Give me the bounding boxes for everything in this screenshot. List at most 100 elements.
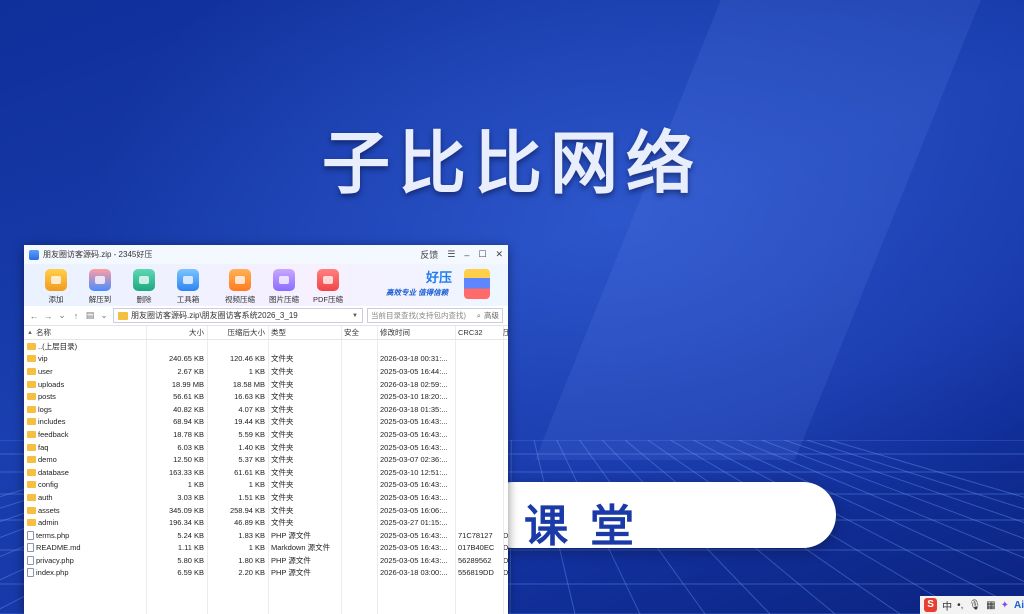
table-row[interactable]: faq 6.03 KB 1.40 KB 文件夹 2025-03-05 16:43:... <box>24 441 508 454</box>
up-icon[interactable]: ↑ <box>71 311 81 321</box>
table-row[interactable]: logs 40.82 KB 4.07 KB 文件夹 2026-03-18 01:35:.… <box>24 403 508 416</box>
folder-icon <box>27 355 36 363</box>
row-csize: 2.20 KB <box>238 568 265 578</box>
path-dropdown-icon[interactable]: ▼ <box>352 313 358 319</box>
row-size: 345.09 KB <box>168 505 204 515</box>
maximize-icon[interactable]: ☐ <box>478 249 486 260</box>
row-name: vip <box>24 354 146 363</box>
row-size: 5.24 KB <box>177 530 204 540</box>
column-compressed-size[interactable]: 压缩后大小 <box>207 326 268 339</box>
search-field[interactable]: 当前目录查找(支持包内查找) ⌕ 高级 <box>367 308 503 323</box>
image-compress-button[interactable]: 图片压缩 <box>262 266 306 305</box>
row-type: 文件夹 <box>271 455 294 465</box>
view-mode-icon[interactable]: ▤ <box>85 310 95 321</box>
close-icon[interactable]: ✕ <box>495 249 503 260</box>
folder-icon <box>27 405 36 413</box>
column-name[interactable]: ▲ 名称 <box>24 326 146 339</box>
column-security[interactable]: 安全 <box>341 326 377 339</box>
row-mtime: 2026-03-18 01:35:... <box>380 404 448 414</box>
path-field[interactable]: 朋友圈访客源码.zip\朋友圈访客系统2026_3_19 ▼ <box>113 308 363 323</box>
row-name: posts <box>24 392 146 401</box>
table-row[interactable]: assets 345.09 KB 258.94 KB 文件夹 2025-03-05 16… <box>24 504 508 517</box>
column-crc32[interactable]: CRC32 <box>455 326 503 339</box>
table-row[interactable]: config 1 KB 1 KB 文件夹 2025-03-05 16:43:... <box>24 479 508 492</box>
ime-language[interactable]: 中 <box>942 598 952 613</box>
promo-slogan: 高效专业 值得信赖 <box>386 288 449 297</box>
table-row[interactable]: database 163.33 KB 61.61 KB 文件夹 2025-03-10 1… <box>24 466 508 479</box>
delete-button[interactable]: 删除 <box>122 266 166 305</box>
folder-icon <box>27 418 36 426</box>
row-name: terms.php <box>24 530 146 540</box>
row-csize: 16.63 KB <box>234 392 265 402</box>
folder-icon <box>27 430 36 438</box>
table-row[interactable]: user 2.67 KB 1 KB 文件夹 2025-03-05 16:44:... <box>24 365 508 378</box>
keyboard-icon[interactable]: ▦ <box>986 600 995 611</box>
add-archive-icon <box>45 269 67 291</box>
table-row[interactable]: README.md 1.11 KB 1 KB Markdown 源文件 2025-03-… <box>24 542 508 555</box>
row-type: PHP 源文件 <box>271 555 311 565</box>
add-button[interactable]: 添加 <box>34 266 78 305</box>
video-compress-button[interactable]: 视频压缩 <box>218 266 262 305</box>
microphone-icon[interactable]: 🎙 <box>968 600 981 611</box>
row-size: 18.99 MB <box>171 379 204 389</box>
column-modified-time[interactable]: 修改时间 <box>377 326 455 339</box>
menu-icon[interactable]: ☰ <box>447 249 455 260</box>
feedback-link[interactable]: 反馈 <box>420 248 438 261</box>
row-size: 68.94 KB <box>173 417 204 427</box>
pdf-compress-button[interactable]: PDF压缩 <box>306 266 350 305</box>
row-mtime: 2026-03-18 02:59:... <box>380 379 448 389</box>
row-type: 文件夹 <box>271 467 294 477</box>
back-icon[interactable]: ← <box>29 311 39 321</box>
minimize-icon[interactable]: – <box>464 250 469 260</box>
table-row[interactable]: uploads 18.99 MB 18.58 MB 文件夹 2026-03-18 02:… <box>24 378 508 391</box>
table-row[interactable]: demo 12.50 KB 5.37 KB 文件夹 2025-03-07 02:36:.… <box>24 453 508 466</box>
archive-box-icon <box>464 269 490 299</box>
ai-label[interactable]: Ai <box>1014 600 1024 611</box>
row-name-text: vip <box>38 354 48 364</box>
promo-banner[interactable]: 好压 高效专业 值得信赖 <box>386 267 490 303</box>
table-row[interactable]: vip 240.65 KB 120.46 KB 文件夹 2026-03-18 00:31… <box>24 353 508 366</box>
row-name-text: faq <box>38 442 49 452</box>
row-crc: 017B40EC <box>458 543 495 553</box>
row-size: 240.65 KB <box>168 354 204 364</box>
row-name: faq <box>24 443 146 452</box>
file-list: ▲ 名称 大小 压缩后大小 类型 安全 修改时间 CRC32 压 ..(上层目录)… <box>24 326 508 614</box>
table-row[interactable]: auth 3.03 KB 1.51 KB 文件夹 2025-03-05 16:43:..… <box>24 491 508 504</box>
table-row[interactable]: feedback 18.78 KB 5.59 KB 文件夹 2025-03-05 16:… <box>24 428 508 441</box>
row-name-text: ..(上层目录) <box>38 341 78 351</box>
table-row[interactable]: index.php 6.59 KB 2.20 KB PHP 源文件 2026-03-18… <box>24 567 508 580</box>
row-mtime: 2026-03-18 00:31:... <box>380 354 448 364</box>
column-overflow[interactable]: 压 <box>503 326 508 339</box>
table-row[interactable]: admin 196.34 KB 46.89 KB 文件夹 2025-03-27 01:1… <box>24 516 508 529</box>
skin-icon[interactable]: ✦ <box>1001 600 1009 611</box>
row-name-text: terms.php <box>36 530 70 540</box>
image-compress-icon <box>273 269 295 291</box>
table-row[interactable]: ..(上层目录) <box>24 340 508 353</box>
forward-icon[interactable]: → <box>43 311 53 321</box>
history-dropdown-icon[interactable]: ⌄ <box>57 310 67 321</box>
table-row[interactable]: posts 56.61 KB 16.63 KB 文件夹 2025-03-10 18:20… <box>24 390 508 403</box>
extract-button[interactable]: 解压到 <box>78 266 122 305</box>
system-tray: S 中 •, 🎙 ▦ ✦ Ai <box>920 596 1024 614</box>
view-mode-dropdown-icon[interactable]: ⌄ <box>99 310 109 321</box>
row-crc: 56289562 <box>458 555 492 565</box>
path-text: 朋友圈访客源码.zip\朋友圈访客系统2026_3_19 <box>131 311 298 320</box>
folder-icon <box>27 481 36 489</box>
row-csize: 120.46 KB <box>229 354 265 364</box>
row-type: PHP 源文件 <box>271 530 311 540</box>
column-type[interactable]: 类型 <box>268 326 341 339</box>
sogou-ime-icon[interactable]: S <box>924 598 938 612</box>
advanced-search-button[interactable]: 高级 <box>484 310 499 321</box>
table-row[interactable]: includes 68.94 KB 19.44 KB 文件夹 2025-03-05 16… <box>24 416 508 429</box>
folder-icon <box>27 519 36 527</box>
search-icon[interactable]: ⌕ <box>477 311 481 321</box>
table-row[interactable]: privacy.php 5.80 KB 1.80 KB PHP 源文件 2025-03-… <box>24 554 508 567</box>
table-row[interactable]: terms.php 5.24 KB 1.83 KB PHP 源文件 2025-03-05… <box>24 529 508 542</box>
column-size[interactable]: 大小 <box>146 326 207 339</box>
ime-punctuation[interactable]: •, <box>957 600 963 611</box>
toolbox-button[interactable]: 工具箱 <box>166 266 210 305</box>
extract-label: 解压到 <box>88 295 112 304</box>
row-name-text: index.php <box>36 568 69 578</box>
file-icon <box>27 543 34 553</box>
row-name: ..(上层目录) <box>24 341 146 352</box>
